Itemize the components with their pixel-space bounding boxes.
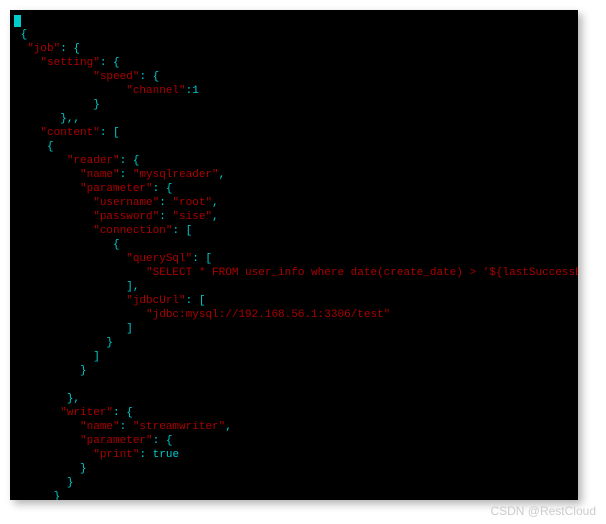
key-connection: "connection" (93, 225, 172, 237)
val-querysql: "SELECT * FROM user_info where date(crea… (146, 267, 578, 279)
key-print: "print" (93, 449, 139, 461)
val-password: "sise" (172, 211, 212, 223)
key-querysql: "querySql" (126, 253, 192, 265)
key-channel: "channel" (126, 85, 185, 97)
key-password: "password" (93, 211, 159, 223)
val-channel: 1 (192, 85, 199, 97)
key-content: "content" (40, 127, 99, 139)
key-jdbcurl: "jdbcUrl" (126, 295, 185, 307)
key-parameter: "parameter" (80, 435, 153, 447)
key-parameter: "parameter" (80, 183, 153, 195)
cursor-top (14, 15, 21, 27)
brace-open: { (21, 29, 28, 41)
key-writer: "writer" (60, 407, 113, 419)
val-username: "root" (172, 197, 212, 209)
val-reader-name: "mysqlreader" (133, 169, 219, 181)
watermark-text: CSDN @RestCloud (490, 504, 596, 518)
val-jdbcurl: "jdbc:mysql://192.168.56.1:3306/test" (146, 309, 390, 321)
key-job: "job" (27, 43, 60, 55)
key-username: "username" (93, 197, 159, 209)
val-writer-name: "streamwriter" (133, 421, 225, 433)
terminal-window: { "job": { "setting": { "speed": { "chan… (10, 10, 578, 500)
key-name: "name" (80, 421, 120, 433)
val-print: true (153, 449, 179, 461)
key-setting: "setting" (40, 57, 99, 69)
code-block: { "job": { "setting": { "speed": { "chan… (14, 14, 574, 500)
key-name: "name" (80, 169, 120, 181)
key-reader: "reader" (67, 155, 120, 167)
key-speed: "speed" (93, 71, 139, 83)
